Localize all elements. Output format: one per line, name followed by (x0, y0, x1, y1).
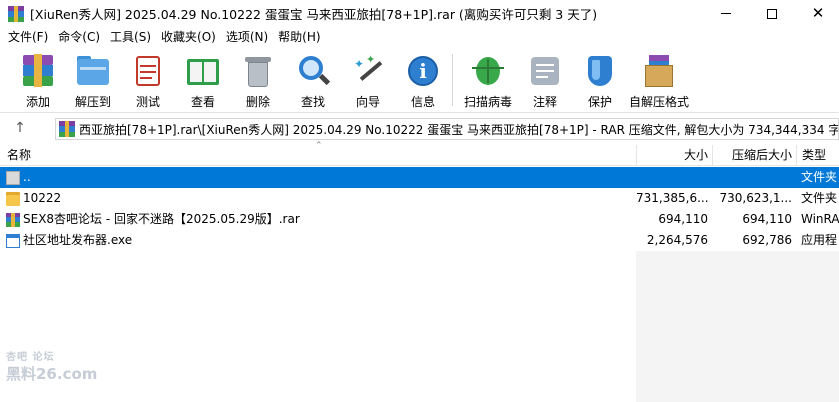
table-row[interactable]: SEX8杏吧论坛 - 回家不迷路【2025.05.29版】.rar 694,11… (0, 209, 839, 230)
comment-icon (527, 53, 563, 89)
info-button[interactable]: i 信息 (395, 51, 451, 111)
menu-file[interactable]: 文件(F) (3, 27, 53, 48)
wizard-button[interactable]: ✦ ✦ 向导 (340, 51, 396, 111)
comment-label: 注释 (532, 95, 557, 109)
folder-icon (6, 191, 20, 206)
path-text: 西亚旅拍[78+1P].rar\[XiuRen秀人网] 2025.04.29 N… (79, 122, 839, 137)
sfx-button[interactable]: 自解压格式 (626, 51, 692, 111)
rar-archive-icon (59, 121, 75, 137)
virus-scan-icon (470, 53, 506, 89)
file-size: 694,110 (658, 212, 708, 226)
menu-help[interactable]: 帮助(H) (273, 27, 325, 48)
watermark-line1: 杏吧 论坛 (6, 352, 55, 363)
find-button[interactable]: 查找 (285, 51, 341, 111)
file-size: 2,264,576 (646, 233, 708, 247)
sort-ascending-icon: ⌃ (315, 141, 323, 151)
rar-file-icon (6, 212, 20, 227)
maximize-button[interactable] (749, 0, 795, 27)
sfx-label: 自解压格式 (628, 95, 689, 109)
column-size-header[interactable]: 大小 (636, 145, 712, 166)
file-packed-size: 692,786 (742, 233, 792, 247)
protect-label: 保护 (587, 95, 612, 109)
virus-scan-button[interactable]: 扫描病毒 (460, 51, 516, 111)
comment-button[interactable]: 注释 (517, 51, 573, 111)
column-name-header[interactable]: 名称 (7, 145, 31, 166)
wizard-label: 向导 (355, 95, 380, 109)
shield-icon (582, 53, 618, 89)
info-icon: i (405, 53, 441, 89)
magnifier-icon (295, 53, 331, 89)
protect-button[interactable]: 保护 (572, 51, 628, 111)
file-size (636, 167, 712, 188)
list-right-panel (636, 251, 839, 402)
add-label: 添加 (25, 95, 50, 109)
minimize-icon (721, 13, 731, 14)
test-button[interactable]: 测试 (120, 51, 176, 111)
toolbar: 添加 解压到 测试 查看 删除 查找 ✦ ✦ 向导 i 信息 扫描病毒 注释 保护 (0, 48, 839, 113)
table-row[interactable]: .. 文件夹 (0, 167, 839, 188)
wizard-wand-icon: ✦ ✦ (350, 53, 386, 89)
menu-favorites[interactable]: 收藏夹(O) (156, 27, 221, 48)
file-type: 文件夹 (801, 170, 838, 184)
find-label: 查找 (300, 95, 325, 109)
sfx-box-icon (641, 53, 677, 89)
minimize-button[interactable] (703, 0, 749, 27)
watermark-line2: 黑料26.com (6, 365, 98, 383)
column-headers: ⌃ 名称 大小 压缩后大小 类型 (0, 141, 839, 166)
path-field[interactable]: 西亚旅拍[78+1P].rar\[XiuRen秀人网] 2025.04.29 N… (55, 118, 839, 140)
arrow-up-icon: ↑ (14, 120, 26, 136)
menu-options[interactable]: 选项(N) (221, 27, 273, 48)
window-title: [XiuRen秀人网] 2025.04.29 No.10222 蛋蛋宝 马来西亚… (30, 7, 598, 22)
address-bar: ↑ 西亚旅拍[78+1P].rar\[XiuRen秀人网] 2025.04.29… (0, 114, 839, 142)
delete-button[interactable]: 删除 (230, 51, 286, 111)
file-type: 文件夹 (801, 191, 838, 205)
extract-folder-icon (75, 53, 111, 89)
test-label: 测试 (135, 95, 160, 109)
toolbar-separator (452, 54, 453, 106)
file-size: 731,385,6... (636, 191, 709, 205)
watermark: 杏吧 论坛 黑料26.com (6, 348, 97, 384)
menu-tools[interactable]: 工具(S) (105, 27, 156, 48)
close-icon: ✕ (811, 4, 825, 22)
file-type: WinRA (801, 212, 839, 226)
extract-to-label: 解压到 (74, 95, 111, 109)
view-label: 查看 (190, 95, 215, 109)
extract-to-button[interactable]: 解压到 (65, 51, 121, 111)
virus-scan-label: 扫描病毒 (463, 95, 512, 109)
view-button[interactable]: 查看 (175, 51, 231, 111)
file-name: SEX8杏吧论坛 - 回家不迷路【2025.05.29版】.rar (23, 212, 300, 226)
test-clipboard-icon (130, 53, 166, 89)
menu-bar: 文件(F) 命令(C) 工具(S) 收藏夹(O) 选项(N) 帮助(H) (0, 27, 839, 48)
trash-icon (240, 53, 276, 89)
winrar-app-icon[interactable] (8, 5, 24, 22)
exe-file-icon (6, 233, 20, 248)
file-list: .. 文件夹 10222 731,385,6... 730,623,1... 文… (0, 167, 839, 251)
delete-label: 删除 (245, 95, 270, 109)
up-folder-icon (6, 170, 20, 185)
file-name: 社区地址发布器.exe (23, 233, 133, 247)
file-packed-size (712, 167, 796, 188)
maximize-icon (767, 8, 777, 19)
column-type-header[interactable]: 类型 (796, 145, 839, 166)
column-packed-header[interactable]: 压缩后大小 (712, 145, 796, 166)
file-name: 10222 (23, 191, 62, 205)
table-row[interactable]: 社区地址发布器.exe 2,264,576 692,786 应用程 (0, 230, 839, 251)
file-packed-size: 694,110 (742, 212, 792, 226)
add-button[interactable]: 添加 (10, 51, 66, 111)
file-type: 应用程 (801, 233, 838, 247)
table-row[interactable]: 10222 731,385,6... 730,623,1... 文件夹 (0, 188, 839, 209)
menu-commands[interactable]: 命令(C) (53, 27, 105, 48)
archive-add-icon (20, 53, 56, 89)
close-button[interactable]: ✕ (795, 0, 839, 27)
info-label: 信息 (410, 95, 435, 109)
file-name: .. (23, 170, 31, 184)
title-bar: [XiuRen秀人网] 2025.04.29 No.10222 蛋蛋宝 马来西亚… (0, 0, 839, 27)
view-book-icon (185, 53, 221, 89)
file-packed-size: 730,623,1... (719, 191, 792, 205)
up-one-level-button[interactable]: ↑ (0, 114, 40, 142)
